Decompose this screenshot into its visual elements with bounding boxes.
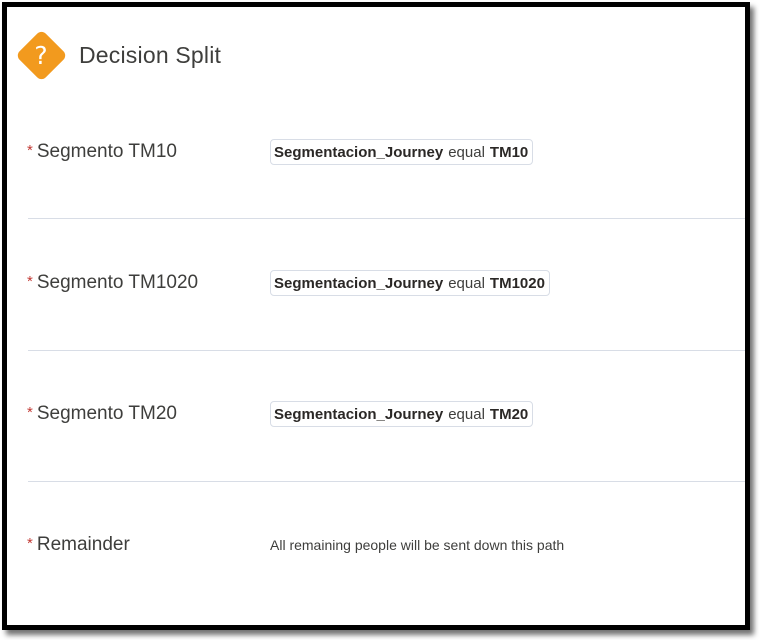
required-marker: * [27,272,33,290]
row-divider [28,350,745,351]
criteria-operator: equal [448,405,485,423]
path-label: * Segmento TM1020 [27,272,270,294]
path-label-text: Segmento TM20 [36,403,177,424]
remainder-label: * Remainder [27,534,270,556]
criteria-field: Segmentacion_Journey [274,143,444,161]
question-mark-icon: ? [34,40,48,70]
row-divider [28,218,745,219]
path-label-text: Segmento TM1020 [36,272,199,293]
required-marker: * [27,403,33,421]
required-marker: * [27,141,33,159]
criteria-value: TM1020 [489,274,545,292]
path-row-tm1020: * Segmento TM1020 Segmentacion_Journey e… [27,263,745,303]
remainder-label-text: Remainder [36,534,130,555]
path-label-text: Segmento TM10 [36,141,177,162]
criteria-pill[interactable]: Segmentacion_Journey equal TM1020 [270,270,550,296]
required-marker: * [27,534,33,552]
criteria-field: Segmentacion_Journey [274,274,444,292]
criteria-value: TM20 [489,405,529,423]
panel-header: ? Decision Split [14,25,222,85]
path-row-tm20: * Segmento TM20 Segmentacion_Journey equ… [27,394,745,434]
path-label: * Segmento TM20 [27,403,270,425]
decision-split-icon: ? [14,28,68,82]
path-label: * Segmento TM10 [27,141,270,163]
panel-title: Decision Split [79,41,222,68]
path-row-tm10: * Segmento TM10 Segmentacion_Journey equ… [27,132,745,172]
remainder-description: All remaining people will be sent down t… [270,537,565,553]
criteria-operator: equal [448,143,485,161]
criteria-pill[interactable]: Segmentacion_Journey equal TM20 [270,401,534,427]
criteria-field: Segmentacion_Journey [274,405,444,423]
criteria-pill[interactable]: Segmentacion_Journey equal TM10 [270,139,534,165]
decision-split-panel: ? Decision Split * Segmento TM10 Segment… [2,2,750,630]
criteria-value: TM10 [489,143,529,161]
criteria-operator: equal [448,274,485,292]
row-divider [28,481,745,482]
remainder-row: * Remainder All remaining people will be… [27,525,745,565]
